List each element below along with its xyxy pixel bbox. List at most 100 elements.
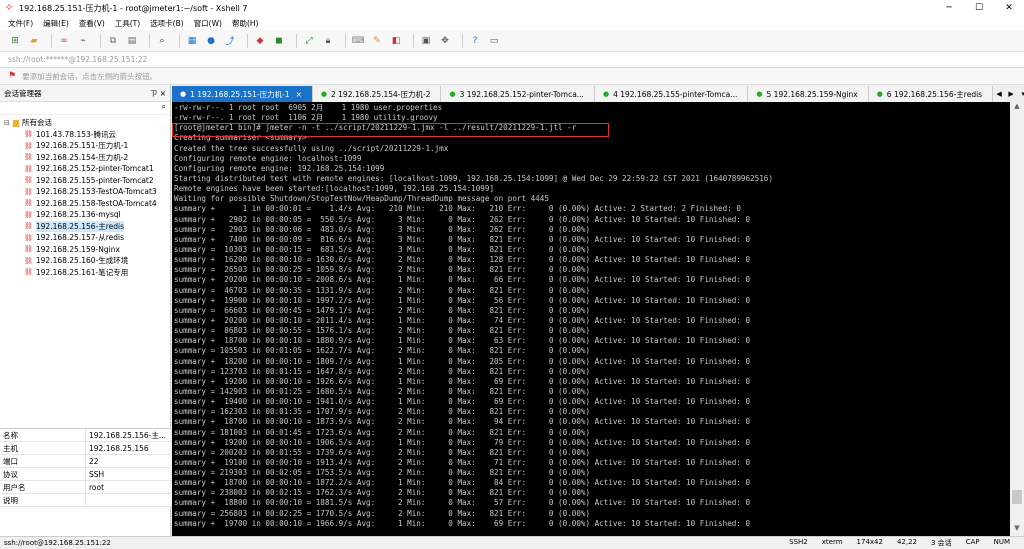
session-tab[interactable]: ● 1 192.168.25.151-压力机-1 × [172,86,313,102]
menu-file[interactable]: 文件(F) [8,18,33,29]
property-value: 22 [89,456,99,466]
tab-scroll-left-icon[interactable]: ◀ [993,90,1005,98]
tree-root[interactable]: ⊟ ▆ 所有会话 [0,117,170,129]
session-item[interactable]: ⛓ 192.168.25.151-压力机-1 [0,140,170,152]
settings-icon[interactable]: ✥ [438,34,452,48]
pin-icon[interactable]: ㄗ [150,89,158,98]
terminal-line: summary = 256803 in 00:02:25 = 1770.5/s … [174,508,591,518]
terminal-scrollbar[interactable]: ▲ ▼ [1010,102,1024,536]
menu-edit[interactable]: 编辑(E) [43,18,69,29]
find-icon[interactable]: ⌕ [155,34,169,48]
terminal-line: -rw-rw-r--. 1 root root 1106 2月 1 1980 u… [174,113,438,123]
title-bar: ✧ 192.168.25.151-压力机-1 - root@jmeter1:~/… [0,0,1024,16]
toolbar-separator [413,33,414,48]
tab-label: 2 192.168.25.154-压力机-2 [331,89,431,99]
collapse-icon[interactable]: ⊟ [4,119,10,127]
terminal-line: summary + 19200 in 00:00:10 = 1906.5/s A… [174,437,751,447]
session-item[interactable]: ⛓ 192.168.25.159-Nginx [0,244,170,256]
paste-icon[interactable]: ▤ [125,34,139,48]
session-item[interactable]: ⛓ 192.168.25.154-压力机-2 [0,152,170,164]
session-item[interactable]: ⛓ 192.168.25.152-pinter-Tomcat1 [0,163,170,175]
session-tab[interactable]: ● 3 192.168.25.152-pinter-Tomca... [441,86,595,102]
compose-icon[interactable]: ◧ [389,34,403,48]
minimize-icon[interactable]: ─ [934,3,964,13]
terminal-line: summary = 66603 in 00:00:45 = 1479.1/s A… [174,305,591,315]
close-panel-icon[interactable]: × [160,89,166,98]
property-row: 名称 192.168.25.156-主... [0,429,171,442]
status-cursor: 42,22 [896,538,917,546]
globe-icon[interactable]: ● [204,34,218,48]
tab-scroll-right-icon[interactable]: ▶ [1005,90,1017,98]
toolbar-separator [247,33,248,48]
scroll-thumb[interactable] [1012,490,1022,504]
property-row: 协议 SSH [0,468,171,481]
properties-icon[interactable]: ▦ [185,34,199,48]
lock-icon[interactable]: 🔒︎ [321,34,335,48]
menu-view[interactable]: 查看(V) [79,18,105,29]
session-link-icon: ⛓ [24,141,33,150]
session-item-label: 192.168.25.156-主redis [35,220,125,232]
session-item[interactable]: ⛓ 192.168.25.158-TestOA-Tomcat4 [0,198,170,210]
session-item[interactable]: ⛓ 192.168.25.153-TestOA-Tomcat3 [0,186,170,198]
toolbar: ⊞ ▰ ∞ ⌁ ⧉ ▤ ⌕ ▦ ● ⤴ ◆ ◼ ⤢ 🔒︎ ⌨ ✎ ◧ ▣ ✥ ?… [0,30,1024,52]
terminal-line: summary = 123703 in 00:01:15 = 1647.8/s … [174,366,591,376]
search-icon[interactable]: ⌕ [162,102,166,111]
close-icon[interactable]: ✕ [994,3,1024,13]
session-item[interactable]: ⛓ 192.168.25.161-笔记专用 [0,267,170,279]
session-item[interactable]: ⛓ 192.168.25.160-生成环境 [0,255,170,267]
property-value: root [89,482,105,492]
hint-bar: ⚑ 要添加当前会话，点击左侧的箭头按钮。 [0,68,1024,85]
menu-help[interactable]: 帮助(H) [232,18,259,29]
session-tab[interactable]: ● 6 192.168.25.156-主redis [868,86,994,102]
session-tab[interactable]: ● 2 192.168.25.154-压力机-2 [312,86,442,102]
tab-close-icon[interactable]: × [296,90,302,99]
session-search[interactable]: ⌕ [0,102,170,115]
disconnect-icon[interactable]: ⌁ [76,34,90,48]
scroll-up-icon[interactable]: ▲ [1010,102,1024,114]
terminal-line: summary + 20200 in 00:00:10 = 2011.4/s A… [174,315,751,325]
terminal-line: summary = 142903 in 00:01:25 = 1680.5/s … [174,386,591,396]
session-tab[interactable]: ● 4 192.168.25.155-pinter-Tomca... [594,86,749,102]
fullscreen-icon[interactable]: ⤢ [302,34,316,48]
menu-window[interactable]: 窗口(W) [194,18,222,29]
layout-icon[interactable]: ▣ [419,34,433,48]
copy-icon[interactable]: ⧉ [106,34,120,48]
menu-tools[interactable]: 工具(T) [115,18,140,29]
status-term: xterm [821,538,843,546]
menu-tabs[interactable]: 选项卡(B) [150,18,184,29]
session-item[interactable]: ⛓ 101.43.78.153-腾讯云 [0,129,170,141]
xagent-icon[interactable]: ◼ [272,34,286,48]
window-controls: ─ ☐ ✕ [934,3,1024,13]
transfer-icon[interactable]: ⤴ [223,34,237,48]
session-tab[interactable]: ● 5 192.168.25.159-Nginx [748,86,869,102]
terminal-line: summary = 26503 in 00:00:25 = 1059.8/s A… [174,265,591,275]
maximize-icon[interactable]: ☐ [964,3,994,13]
address-bar[interactable]: ssh://root:******@192.168.25.151:22 [0,52,1024,68]
terminal-line: summary = 46703 in 00:00:35 = 1331.9/s A… [174,285,591,295]
scroll-down-icon[interactable]: ▼ [1010,524,1024,536]
session-item[interactable]: ⛓ 192.168.25.156-主redis [0,220,170,233]
session-item[interactable]: ⛓ 192.168.25.136-mysql [0,209,170,221]
xftp-icon[interactable]: ◆ [253,34,267,48]
terminal[interactable]: -rw-rw-r--. 1 root root 6905 2月 1 1980 u… [172,102,1010,536]
session-item[interactable]: ⛓ 192.168.25.157-从redis [0,232,170,244]
script-icon[interactable]: ✎ [370,34,384,48]
status-sessions[interactable]: 3 会话 [931,538,952,548]
help-icon[interactable]: ? [468,34,482,48]
keyboard-icon[interactable]: ⌨ [351,34,365,48]
session-item-label: 192.168.25.152-pinter-Tomcat1 [35,164,154,174]
session-item[interactable]: ⛓ 192.168.25.155-pinter-Tomcat2 [0,175,170,187]
bookmark-icon[interactable]: ⚑ [8,71,16,81]
open-folder-icon[interactable]: ▰ [27,34,41,48]
tab-menu-icon[interactable]: ▾ [1017,90,1024,98]
terminal-line: summary + 18200 in 00:00:10 = 1809.7/s A… [174,356,751,366]
terminal-line: Configuring remote engine: localhost:109… [174,153,362,163]
address-input[interactable]: ssh://root:******@192.168.25.151:22 [8,55,147,64]
terminal-line: [root@jmeter1 bin]# jmeter -n -t ../scri… [174,123,577,133]
reconnect-icon[interactable]: ∞ [57,34,71,48]
new-session-icon[interactable]: ⊞ [8,34,22,48]
terminal-line: -rw-rw-r--. 1 root root 6905 2月 1 1980 u… [174,103,443,112]
xshell-logo-icon: ✧ [4,1,14,14]
chat-icon[interactable]: ▭ [487,34,501,48]
terminal-line: summary + 18700 in 00:00:10 = 1880.9/s A… [174,336,751,346]
